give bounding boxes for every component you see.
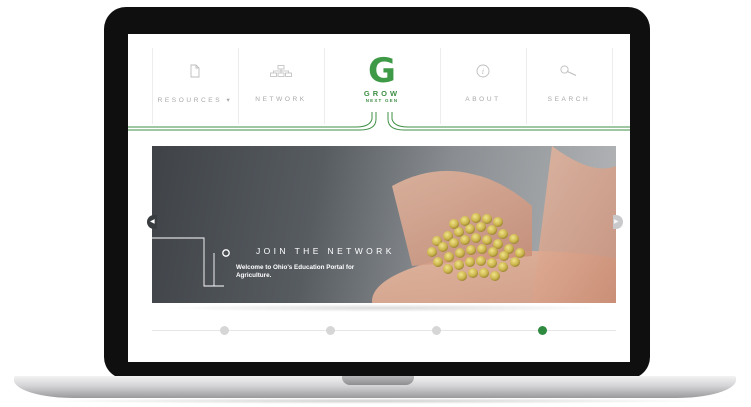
hero-description: Welcome to Ohio's Education Portal for A… [236, 264, 355, 279]
hero-title: JOIN THE NETWORK [256, 246, 395, 256]
laptop-screen: RESOURCES ▾ NETWORK G GROW NEXT GEN i AB… [128, 34, 630, 362]
hero-shadow [162, 304, 608, 312]
laptop-hinge-notch [342, 376, 414, 385]
carousel-prev-button[interactable]: ◀ [147, 215, 157, 229]
chevron-left-icon: ◀ [150, 219, 155, 225]
carousel-dot[interactable] [432, 326, 441, 335]
carousel-dot[interactable] [326, 326, 335, 335]
site-navigation: RESOURCES ▾ NETWORK G GROW NEXT GEN i AB… [128, 34, 630, 134]
chevron-right-icon: ▶ [614, 219, 619, 225]
hero-photo-hand-with-soybeans [152, 146, 616, 303]
hero-slide: JOIN THE NETWORK Welcome to Ohio's Educa… [152, 146, 616, 303]
nav-underline-graphic [128, 112, 630, 131]
carousel-next-button[interactable]: ▶ [613, 215, 623, 229]
carousel-dot[interactable] [220, 326, 229, 335]
carousel-dot-active[interactable] [538, 326, 547, 335]
laptop-shadow [40, 398, 710, 404]
